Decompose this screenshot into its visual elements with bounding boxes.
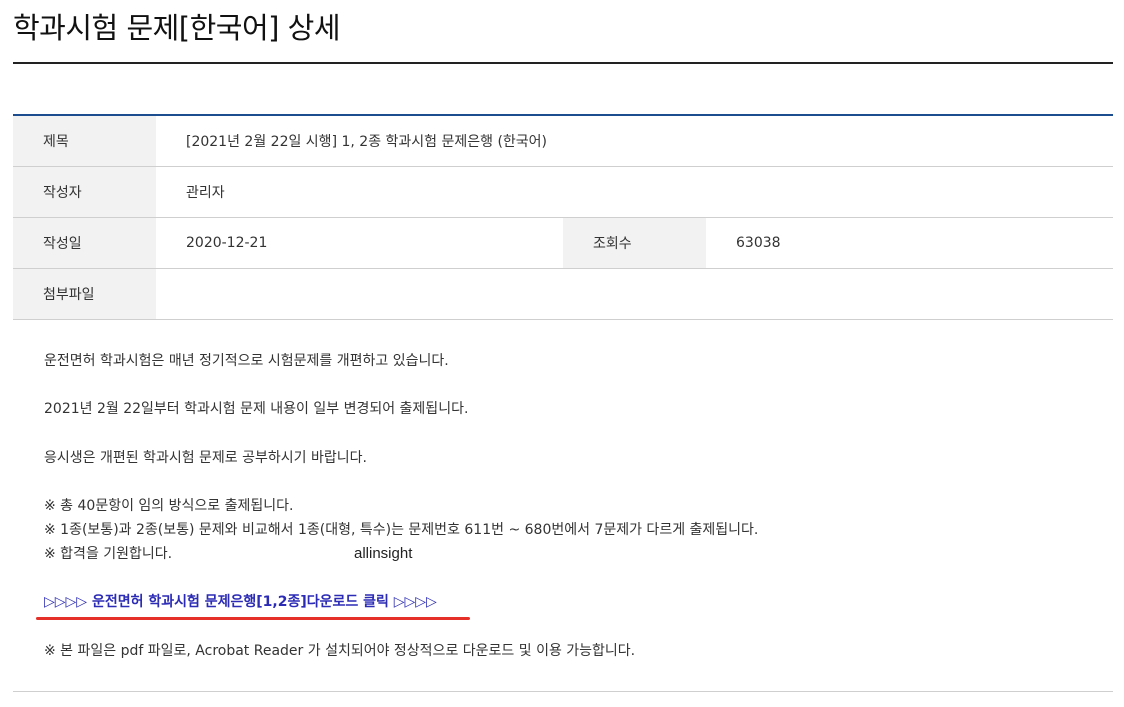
- author-value: 관리자: [186, 185, 225, 201]
- watermark-text: allinsight: [354, 545, 413, 562]
- views-value: 63038: [736, 235, 781, 251]
- page-title: 학과시험 문제[한국어] 상세: [13, 11, 341, 45]
- info-row-date: 작성일 2020-12-21 조회수 63038: [13, 218, 1113, 269]
- date-value: 2020-12-21: [186, 235, 268, 251]
- content-note-3: ※ 합격을 기원합니다.: [44, 546, 173, 562]
- info-row-attachment: 첨부파일: [13, 269, 1113, 320]
- content-line-2: 2021년 2월 22일부터 학과시험 문제 내용이 일부 변경되어 출제됩니다…: [44, 401, 469, 417]
- info-row-author: 작성자 관리자: [13, 167, 1113, 218]
- attachment-label: 첨부파일: [13, 269, 156, 319]
- subject-label: 제목: [13, 116, 156, 166]
- red-underline-annotation: [36, 617, 470, 620]
- content-footer-note: ※ 본 파일은 pdf 파일로, Acrobat Reader 가 설치되어야 …: [44, 643, 636, 659]
- title-divider: [13, 62, 1113, 64]
- info-table: 제목 [2021년 2월 22일 시행] 1, 2종 학과시험 문제은행 (한국…: [13, 114, 1113, 320]
- date-label: 작성일: [13, 218, 156, 268]
- content-note-1: ※ 총 40문항이 임의 방식으로 출제됩니다.: [44, 498, 294, 514]
- content-note-2: ※ 1종(보통)과 2종(보통) 문제와 비교해서 1종(대형, 특수)는 문제…: [44, 522, 759, 538]
- download-link[interactable]: ▷▷▷▷ 운전면허 학과시험 문제은행[1,2종]다운로드 클릭 ▷▷▷▷: [44, 591, 437, 613]
- info-row-subject: 제목 [2021년 2월 22일 시행] 1, 2종 학과시험 문제은행 (한국…: [13, 116, 1113, 167]
- content-line-1: 운전면허 학과시험은 매년 정기적으로 시험문제를 개편하고 있습니다.: [44, 353, 449, 369]
- attachment-value: [156, 269, 1113, 319]
- subject-value: [2021년 2월 22일 시행] 1, 2종 학과시험 문제은행 (한국어): [186, 134, 548, 150]
- author-label: 작성자: [13, 167, 156, 217]
- content-line-3: 응시생은 개편된 학과시험 문제로 공부하시기 바랍니다.: [44, 450, 367, 466]
- views-label: 조회수: [563, 218, 706, 268]
- bottom-divider: [13, 691, 1113, 692]
